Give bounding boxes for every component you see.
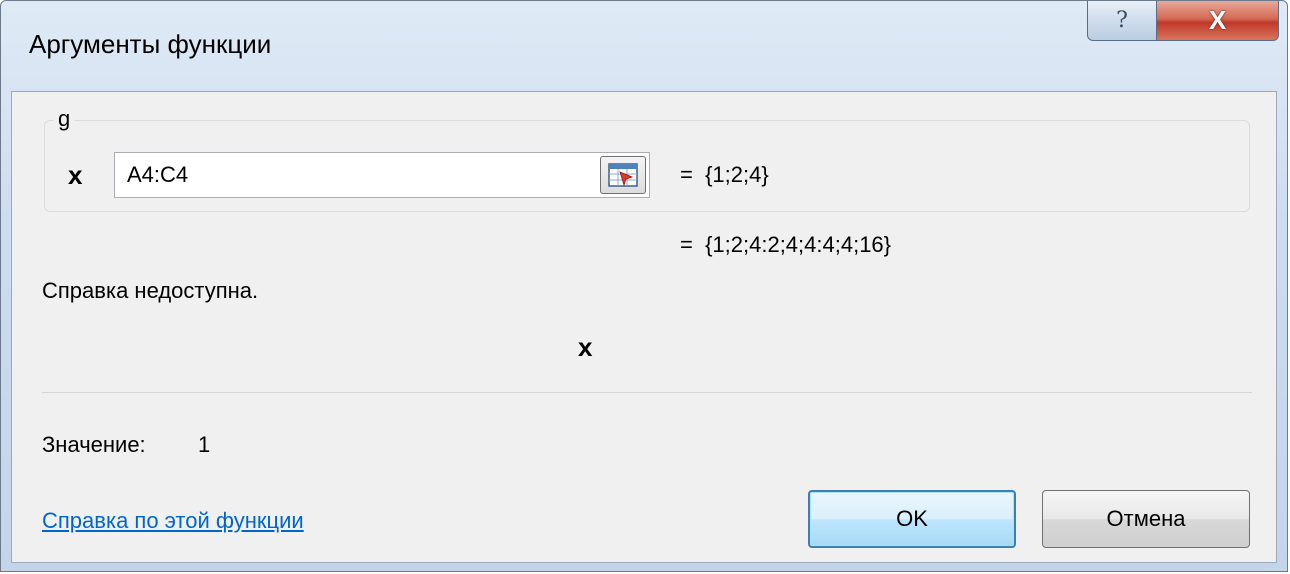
question-mark-icon: ? [1116, 8, 1128, 33]
value-number: 1 [198, 432, 211, 457]
dialog-title: Аргументы функции [29, 29, 272, 59]
title-bar[interactable]: Аргументы функции ? X [1, 1, 1287, 89]
collapse-dialog-button[interactable] [600, 156, 646, 194]
function-help-link[interactable]: Справка по этой функции [42, 508, 304, 534]
close-button[interactable]: X [1157, 1, 1279, 41]
function-arguments-dialog: Аргументы функции ? X g x = [0, 0, 1288, 572]
caption-buttons: ? X [1087, 1, 1279, 41]
close-icon: X [1208, 5, 1227, 35]
argument-result: = {1;2;4} [680, 162, 769, 187]
value-label: Значение: [42, 432, 146, 457]
ok-button[interactable]: OK [808, 490, 1016, 548]
dialog-body: g x = {1;2;4} = {1;2;4:2;4;4:4;4;16} Спр… [11, 91, 1277, 563]
cancel-button[interactable]: Отмена [1042, 490, 1250, 548]
function-help-text: Справка недоступна. [42, 278, 259, 303]
range-select-icon [608, 163, 638, 187]
help-button[interactable]: ? [1087, 1, 1157, 41]
argument-name-label: x [68, 160, 83, 190]
function-result: = {1;2;4:2;4;4:4;4;16} [680, 232, 892, 257]
function-name-label: g [54, 106, 75, 132]
current-argument-label: x [578, 332, 593, 362]
divider [42, 392, 1252, 393]
argument-input[interactable] [114, 152, 650, 198]
